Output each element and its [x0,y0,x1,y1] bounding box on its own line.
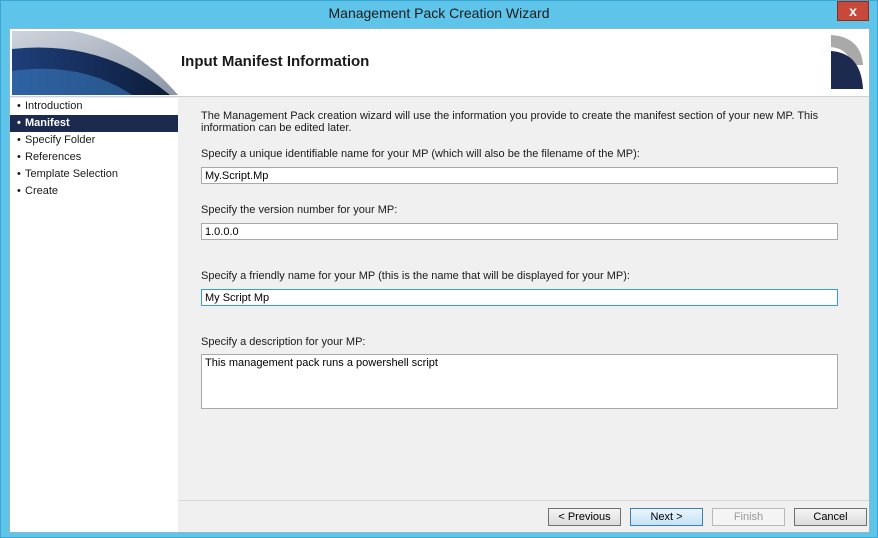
friendly-name-input[interactable] [201,289,838,306]
close-icon: x [849,3,857,19]
bullet: • [17,117,21,129]
bullet: • [17,168,21,180]
sidebar-item-specify-folder[interactable]: • Specify Folder [10,132,178,149]
next-button[interactable]: Next > [630,508,703,526]
sidebar-item-references[interactable]: • References [10,149,178,166]
title-bar[interactable]: Management Pack Creation Wizard x [1,1,877,28]
sidebar-item-template-selection[interactable]: • Template Selection [10,166,178,183]
sidebar-item-label: Manifest [25,117,70,129]
page-title: Input Manifest Information [181,53,370,70]
wizard-client-area: Input Manifest Information • Introduction… [9,28,870,533]
wizard-logo-icon [831,35,863,89]
description-label: Specify a description for your MP: [201,336,366,348]
friendly-name-label: Specify a friendly name for your MP (thi… [201,270,630,282]
sidebar-item-create[interactable]: • Create [10,183,178,200]
sidebar-item-manifest[interactable]: • Manifest [10,115,178,132]
banner-swoosh-icon [12,31,178,95]
finish-button: Finish [712,508,785,526]
wizard-window: Management Pack Creation Wizard x Input … [0,0,878,538]
sidebar-item-label: Create [25,185,59,197]
mp-name-label: Specify a unique identifiable name for y… [201,148,640,160]
mp-version-input[interactable] [201,223,838,240]
bullet: • [17,185,21,197]
sidebar-item-label: References [25,151,82,163]
window-title: Management Pack Creation Wizard [328,5,550,21]
sidebar-item-label: Introduction [25,100,83,112]
sidebar-item-introduction[interactable]: • Introduction [10,98,178,115]
mp-version-label: Specify the version number for your MP: [201,204,398,216]
close-button[interactable]: x [837,1,869,21]
sidebar-item-label: Template Selection [25,168,118,180]
wizard-steps-sidebar: • Introduction • Manifest • Specify Folder … [10,98,178,532]
cancel-button[interactable]: Cancel [794,508,867,526]
previous-button[interactable]: < Previous [548,508,621,526]
mp-name-input[interactable] [201,167,838,184]
manifest-form: The Management Pack creation wizard will… [179,98,869,500]
bullet: • [17,100,21,112]
sidebar-item-label: Specify Folder [25,134,96,146]
intro-text: The Management Pack creation wizard will… [201,110,819,134]
description-textarea[interactable]: This management pack runs a powershell s… [201,354,838,409]
wizard-footer: < Previous Next > Finish Cancel [179,500,869,532]
wizard-header: Input Manifest Information [10,29,869,97]
bullet: • [17,151,21,163]
bullet: • [17,134,21,146]
